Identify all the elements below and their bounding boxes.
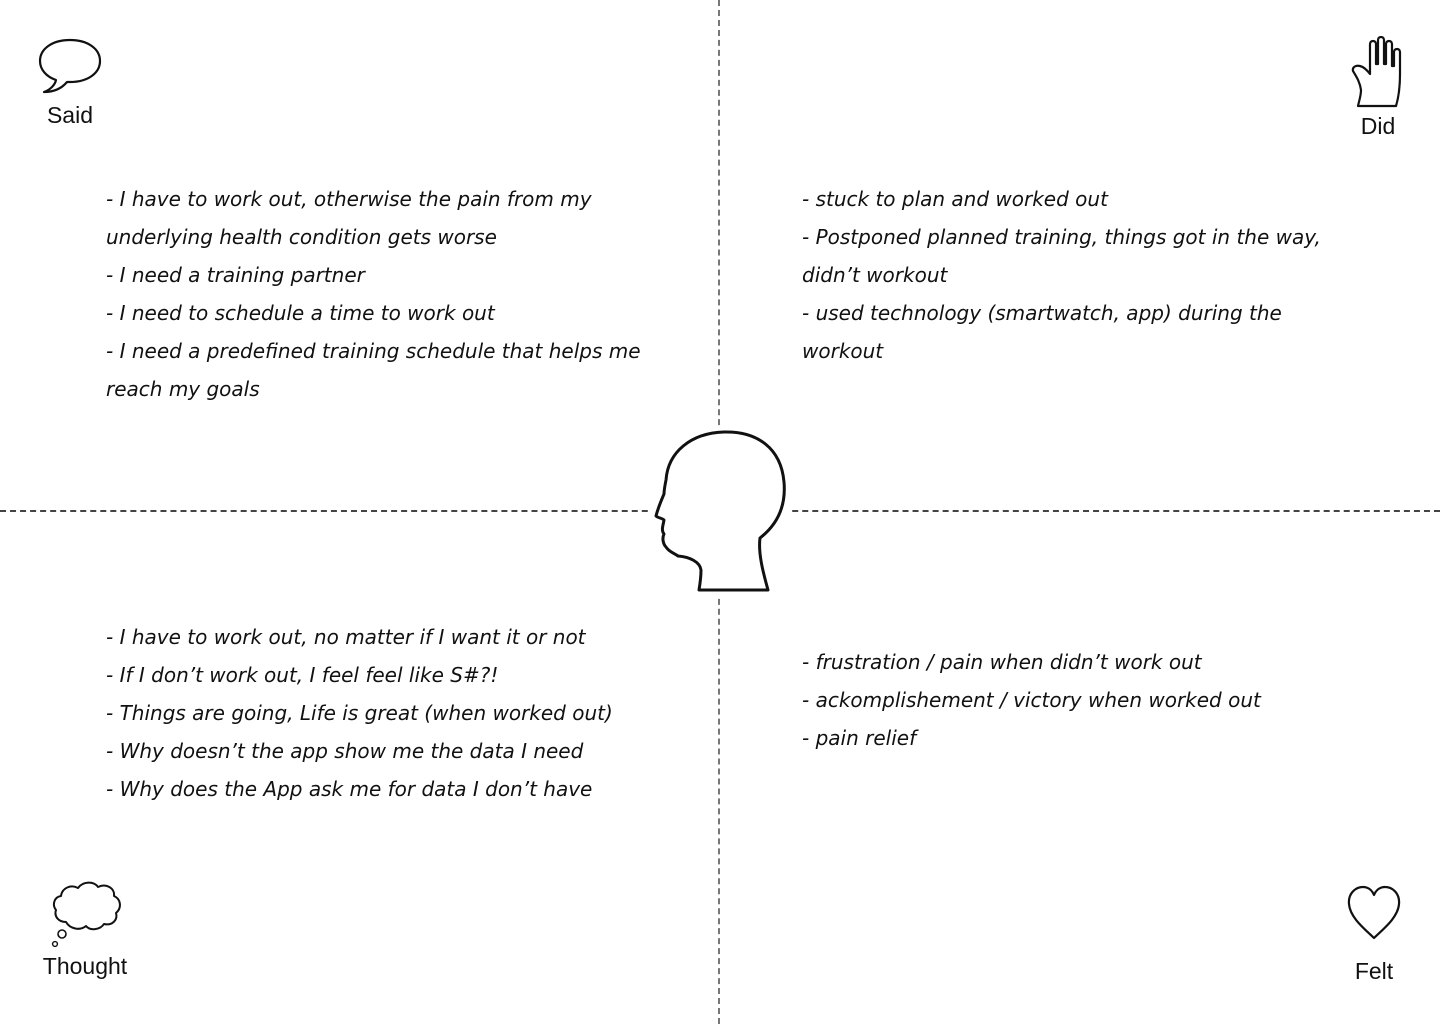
list-item: Things are going, Life is great (when wo… [106,694,696,732]
list-item: stuck to plan and worked out [802,180,1362,218]
thought-cloud-icon [51,881,121,948]
list-item: Why does the App ask me for data I don’t… [106,770,696,808]
list-item: frustration / pain when didn’t work out [802,643,1362,681]
thought-notes: I have to work out, no matter if I want … [106,618,696,808]
list-item: ackomplishement / victory when worked ou… [802,681,1362,719]
list-item: I need a training partner [106,256,681,294]
list-item: I have to work out, otherwise the pain f… [106,180,681,256]
speech-bubble-icon [38,38,102,94]
list-item: Postponed planned training, things got i… [802,218,1362,294]
felt-notes: frustration / pain when didn’t work out … [802,643,1362,757]
hand-icon [1351,36,1402,108]
felt-label: Felt [1354,958,1394,984]
list-item: I need to schedule a time to work out [106,294,681,332]
heart-icon [1347,885,1401,940]
list-item: pain relief [802,719,1362,757]
did-notes: stuck to plan and worked out Postponed p… [802,180,1362,370]
head-profile-icon [650,428,790,596]
did-label: Did [1360,113,1396,139]
list-item: I need a predefined training schedule th… [106,332,681,408]
list-item: If I don’t work out, I feel feel like S#… [106,656,696,694]
list-item: used technology (smartwatch, app) during… [802,294,1362,370]
thought-label: Thought [42,953,128,979]
said-label: Said [46,102,94,128]
list-item: Why doesn’t the app show me the data I n… [106,732,696,770]
said-notes: I have to work out, otherwise the pain f… [106,180,681,408]
list-item: I have to work out, no matter if I want … [106,618,696,656]
